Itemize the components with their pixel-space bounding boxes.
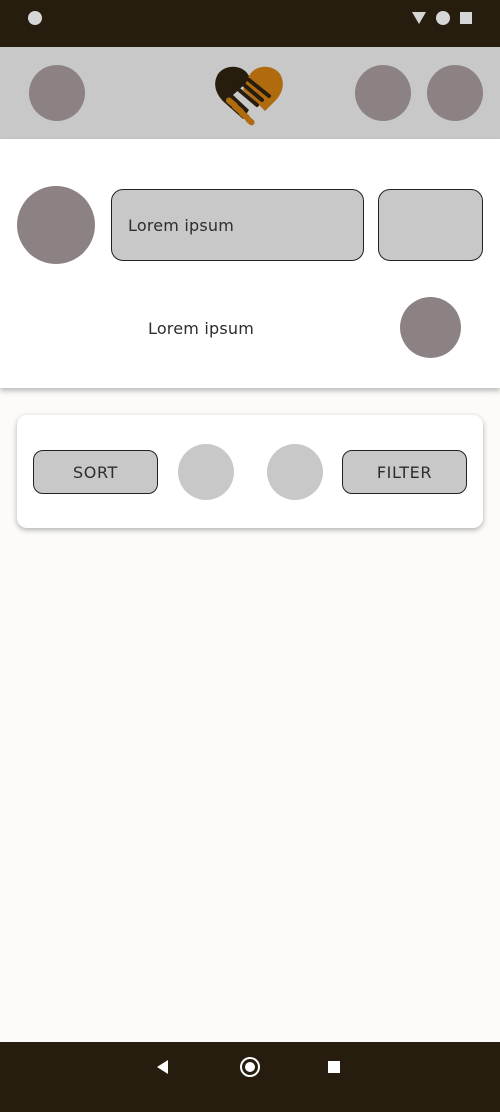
avatar[interactable] xyxy=(17,186,95,264)
status-bar xyxy=(0,0,500,47)
app-bar-action-button[interactable] xyxy=(355,65,411,121)
search-panel: Lorem ipsum Lorem ipsum xyxy=(0,139,500,388)
home-icon[interactable] xyxy=(240,1057,260,1077)
wifi-icon xyxy=(412,12,426,24)
search-input-text: Lorem ipsum xyxy=(128,215,235,235)
recents-icon[interactable] xyxy=(328,1061,340,1073)
panel-label: Lorem ipsum xyxy=(147,319,255,338)
view-toggle-button[interactable] xyxy=(178,444,234,500)
notification-dot-icon xyxy=(28,11,42,25)
search-input[interactable]: Lorem ipsum xyxy=(111,189,364,261)
app-bar xyxy=(0,47,500,139)
controls-card: SORT FILTER xyxy=(17,415,483,528)
sort-button-label: SORT xyxy=(73,462,118,482)
app-bar-action-button[interactable] xyxy=(427,65,483,121)
navigation-bar xyxy=(0,1042,500,1112)
filter-button-label: FILTER xyxy=(376,462,433,482)
sort-button[interactable]: SORT xyxy=(33,450,158,494)
handshake-heart-logo xyxy=(215,66,283,126)
panel-action-button[interactable] xyxy=(400,297,461,358)
view-toggle-button[interactable] xyxy=(267,444,323,500)
filter-button[interactable]: FILTER xyxy=(342,450,467,494)
back-icon[interactable] xyxy=(157,1060,168,1074)
battery-icon xyxy=(460,12,472,24)
signal-icon xyxy=(436,11,450,25)
search-option-box[interactable] xyxy=(378,189,483,261)
menu-button[interactable] xyxy=(29,65,85,121)
